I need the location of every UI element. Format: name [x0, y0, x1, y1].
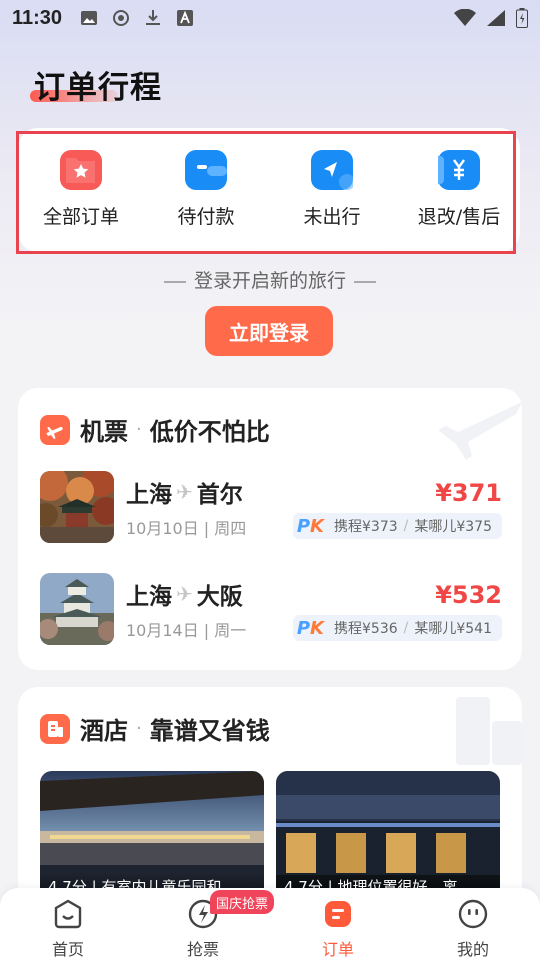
- route-from: 上海: [126, 482, 172, 508]
- separator-dot: ·: [136, 718, 142, 739]
- tab-home[interactable]: 首页: [28, 898, 108, 960]
- price-compare: PK 携程¥536 / 某哪儿¥541: [292, 615, 502, 641]
- pk-logo: PK: [297, 516, 324, 537]
- hotel-card[interactable]: 4.7分 | 有室内儿童乐园和…: [40, 771, 264, 901]
- price-compare: PK 携程¥373 / 某哪儿¥375: [292, 513, 502, 539]
- login-tip: 登录开启新的旅行: [0, 266, 540, 293]
- tab-orders[interactable]: 订单: [298, 898, 378, 960]
- flight-row[interactable]: 上海 ✈ 大阪 10月14日 | 周一 ¥532 PK 携程¥536 / 某哪儿…: [40, 573, 502, 649]
- tab-label: 首页: [51, 940, 84, 959]
- route-to: 大阪: [196, 584, 243, 610]
- record-icon: [113, 10, 130, 26]
- pk-logo-p: P: [296, 515, 311, 537]
- flight-route: 上海 ✈ 首尔: [126, 475, 243, 509]
- pk-logo-k: K: [310, 515, 324, 537]
- page-title: 订单行程: [34, 70, 162, 106]
- font-icon: [177, 10, 194, 26]
- status-bar: 11:30: [0, 0, 540, 36]
- plane-icon: [40, 414, 70, 445]
- promo-badge: 国庆抢票: [210, 890, 275, 914]
- pk-logo: PK: [297, 618, 324, 639]
- login-tip-text: 登录开启新的旅行: [193, 270, 346, 292]
- signal-icon: [487, 10, 505, 26]
- flight-price: ¥532: [435, 581, 502, 609]
- flight-price: ¥371: [435, 479, 502, 507]
- hotels-title: 酒店: [80, 717, 128, 745]
- pk-logo-k: K: [310, 617, 324, 639]
- route-plane-icon: ✈: [176, 582, 193, 606]
- compare-other: 某哪儿¥375: [414, 519, 492, 535]
- pk-logo-p: P: [296, 617, 311, 639]
- tab-profile[interactable]: 我的: [433, 898, 513, 960]
- flight-date: 10月10日 | 周四: [126, 519, 247, 538]
- divider: [163, 280, 186, 283]
- download-icon: [146, 10, 161, 25]
- hotel-icon: [40, 713, 70, 744]
- battery-icon: [516, 8, 528, 28]
- flight-route: 上海 ✈ 大阪: [126, 577, 243, 611]
- profile-face-icon: [457, 898, 489, 930]
- tab-label: 订单: [321, 940, 354, 959]
- wifi-icon: [454, 9, 476, 26]
- route-plane-icon: ✈: [176, 480, 193, 504]
- route-to: 首尔: [196, 482, 243, 508]
- flight-row[interactable]: 上海 ✈ 首尔 10月10日 | 周四 ¥371 PK 携程¥373 / 某哪儿…: [40, 471, 502, 547]
- flights-card: 机票 · 低价不怕比 上海 ✈ 首尔 10月10日 | 周四 ¥371 PK 携…: [18, 388, 522, 670]
- compare-other: 某哪儿¥541: [414, 621, 492, 637]
- divider: [354, 280, 376, 283]
- gallery-icon: [81, 11, 98, 25]
- separator-dot: ·: [136, 419, 142, 440]
- compare-ctrip: 携程¥536: [334, 621, 398, 637]
- hotels-header: 酒店 · 靠谱又省钱: [40, 711, 270, 746]
- compare-separator: /: [403, 620, 409, 636]
- flights-header: 机票 · 低价不怕比: [40, 412, 270, 447]
- flights-title: 机票: [80, 418, 128, 446]
- compare-ctrip: 携程¥373: [334, 519, 398, 535]
- route-from: 上海: [126, 584, 172, 610]
- login-button[interactable]: 立即登录: [205, 306, 333, 356]
- compare-separator: /: [403, 518, 409, 534]
- status-time: 11:30: [12, 6, 63, 29]
- plane-watermark-icon: [438, 402, 522, 460]
- hotel-card[interactable]: 4.7分 | 地理位置很好，离…: [276, 771, 500, 901]
- flight-date: 10月14日 | 周一: [126, 621, 247, 640]
- home-face-icon: [52, 898, 84, 930]
- order-list-icon: [322, 898, 354, 930]
- flights-subtitle: 低价不怕比: [149, 418, 270, 446]
- seoul-photo: [40, 471, 114, 543]
- building-watermark-icon: [456, 697, 522, 765]
- tab-label: 抢票: [186, 940, 219, 959]
- highlight-box: [16, 131, 516, 254]
- hotels-subtitle: 靠谱又省钱: [149, 717, 270, 745]
- tab-label: 我的: [456, 940, 489, 959]
- osaka-photo: [40, 573, 114, 645]
